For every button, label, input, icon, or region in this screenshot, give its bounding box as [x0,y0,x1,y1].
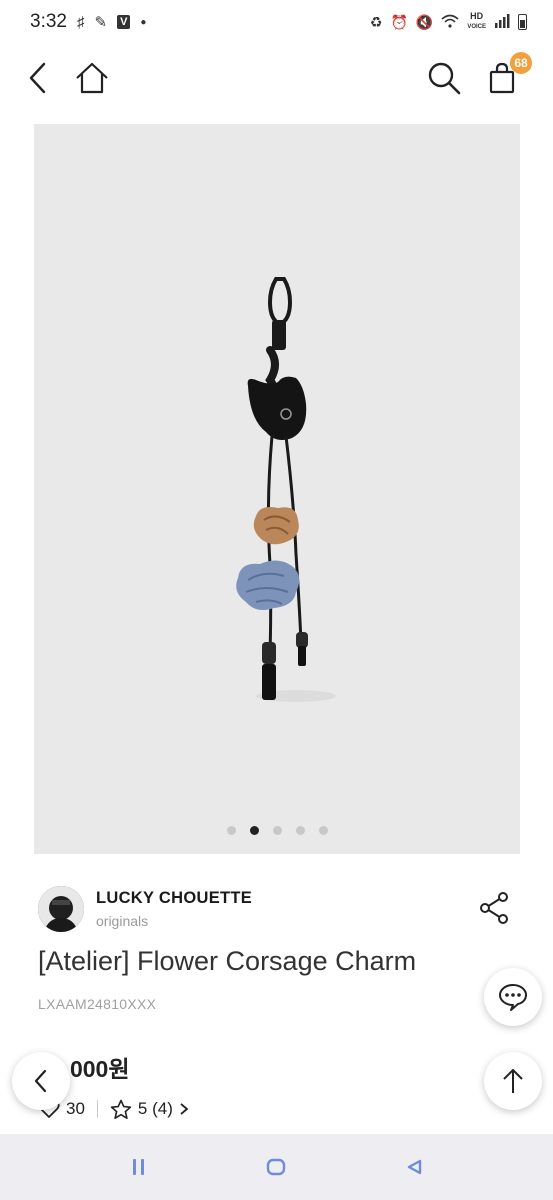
search-button[interactable] [424,58,464,98]
star-icon [110,1099,132,1119]
chevron-left-icon [34,1069,47,1093]
home-button[interactable] [72,58,112,98]
product-photo [236,277,336,702]
home-circle-icon [267,1158,286,1176]
product-code: LXAAM24810XXX [38,996,157,1012]
carousel-dot-active[interactable] [249,826,259,835]
home-icon [76,62,108,94]
search-icon [428,62,461,95]
cart-button[interactable]: 68 [482,52,532,98]
signal-icon [494,13,510,31]
carousel-dot[interactable] [226,826,236,835]
alarm-icon: ⏰ [390,13,408,30]
mute-icon: 🔇 [415,13,434,30]
wifi-icon [441,14,459,31]
chevron-right-icon [180,1103,189,1115]
product-title: [Atelier] Flower Corsage Charm [38,946,417,976]
carousel-dot[interactable] [272,826,282,835]
hd-voice-badge: HD VOICE [467,11,486,31]
chevron-left-icon [29,62,46,94]
rating-stat[interactable]: 5 (4) [110,1099,189,1120]
stats-divider [96,1100,98,1118]
back-button[interactable] [18,58,58,98]
brand-name[interactable]: LUCKY CHOUETTE [96,889,252,908]
app-icon: V [117,15,131,29]
brand-avatar[interactable] [38,886,84,932]
recycle-icon: ♻ [369,13,383,30]
app-header: 68 [0,50,553,106]
system-nav-bar [0,1134,553,1200]
prev-button[interactable] [12,1052,70,1110]
product-image-carousel[interactable] [34,124,520,854]
battery-icon [518,14,527,30]
cart-count-badge: 68 [510,52,532,74]
status-time: 3:32 [30,11,67,32]
brand-subtitle: originals [96,913,149,929]
carousel-dot[interactable] [295,826,305,835]
scroll-to-top-button[interactable] [484,1052,542,1110]
back-triangle-icon [407,1159,422,1175]
carousel-dots [34,826,520,835]
chat-button[interactable] [484,968,542,1026]
rating-text: 5 (4) [137,1099,173,1118]
edit-icon: ✎ [94,14,108,31]
home-nav-button[interactable] [256,1147,296,1187]
back-nav-button[interactable] [394,1147,434,1187]
share-button[interactable] [476,890,512,926]
chat-bubble-icon [499,984,527,1011]
recent-apps-icon [132,1159,144,1175]
notification-icon: ♯ [76,13,85,31]
recent-apps-button[interactable] [119,1147,159,1187]
dot-icon: ● [140,16,147,28]
share-icon [480,892,508,924]
brand-row[interactable]: LUCKY CHOUETTE originals [38,884,518,934]
status-bar: 3:32 ♯ ✎ V ● ♻ ⏰ 🔇 HD VOICE [0,0,553,44]
likes-count: 30 [66,1099,85,1118]
carousel-dot[interactable] [318,826,328,835]
arrow-up-icon [503,1069,523,1093]
